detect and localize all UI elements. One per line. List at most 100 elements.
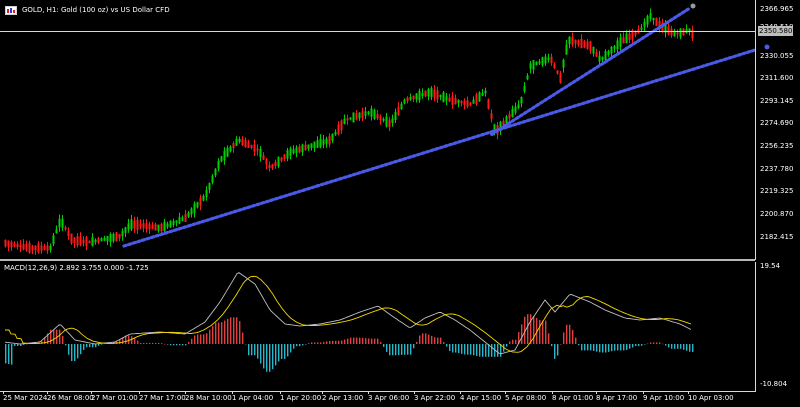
macd-histogram-bar [140,342,142,344]
candle-body [529,63,532,69]
candle-body [28,242,31,253]
candle-body [37,243,40,253]
macd-histogram-bar [83,344,85,350]
macd-histogram-bar [425,333,427,344]
time-axis-label: 4 Apr 15:00 [460,394,502,402]
macd-histogram-bar [86,344,88,348]
time-axis-tick [280,391,281,394]
trendline-anchor[interactable] [764,44,770,50]
candle-body [40,245,43,251]
macd-histogram-bar [128,335,130,344]
candle-body [232,143,235,148]
candle-body [640,27,643,30]
macd-histogram-bar [632,344,634,348]
macd-histogram-bar [464,344,466,355]
candle-body [193,203,196,213]
candle-body [73,237,76,243]
price-chart[interactable] [0,0,770,258]
candle-body [526,75,529,80]
candle-body [109,234,112,242]
time-axis-label: 27 Mar 17:00 [139,394,186,402]
macd-histogram-bar [533,316,535,344]
macd-histogram-bar [509,341,511,344]
candle-body [490,113,493,119]
candle-body [361,111,364,118]
macd-histogram-bar [563,332,565,344]
candle-body [610,46,613,54]
macd-histogram-bar [545,320,547,344]
candle-body [217,160,220,169]
candle-body [283,154,286,160]
candle-body [418,90,421,101]
macd-histogram-bar [338,340,340,344]
candle-body [505,116,508,123]
macd-histogram-bar [347,338,349,344]
macd-histogram-bar [329,340,331,344]
candle-body [475,94,478,104]
time-axis-label: 1 Apr 20:00 [280,394,322,402]
macd-histogram-bar [659,342,661,344]
candle-body [262,155,265,160]
macd-histogram-bar [167,344,169,345]
macd-histogram-bar [95,344,97,348]
macd-histogram-bar [152,342,154,344]
macd-histogram-bar [26,343,28,345]
trendline-upper[interactable] [490,6,692,136]
macd-histogram-bar [482,344,484,357]
candle-body [151,225,154,229]
time-axis-tick [91,391,92,394]
candle-body [91,237,94,246]
candle-body [367,111,370,114]
candle-body [580,38,583,49]
candle-body [241,138,244,146]
macd-histogram-bar [584,344,586,351]
macd-histogram-bar [362,337,364,344]
macd-histogram-bar [650,342,652,344]
macd-histogram-bar [209,329,211,344]
candle-body [295,147,298,153]
chart-window[interactable]: GOLD, H1: Gold (100 oz) vs US Dollar CFD… [0,0,800,407]
macd-chart[interactable] [0,262,755,390]
trendline-lower[interactable] [122,48,757,248]
macd-histogram-bar [236,317,238,344]
candle-body [397,107,400,116]
macd-histogram-bar [677,344,679,349]
time-axis-tick [688,391,689,394]
macd-histogram-bar [671,344,673,349]
candle-body [433,89,436,98]
candle-body [598,55,601,62]
candle-body [292,149,295,154]
time-axis-tick [185,391,186,394]
macd-histogram-bar [149,342,151,344]
candle-body [343,118,346,124]
time-axis-label: 8 Apr 01:00 [552,394,594,402]
macd-histogram-bar [68,344,70,355]
candle-body [238,138,241,143]
pane-divider[interactable] [0,259,755,261]
candle-body [454,97,457,105]
macd-histogram-bar [239,321,241,344]
time-axis-label: 1 Apr 04:00 [232,394,274,402]
trendline-anchor[interactable] [490,132,494,136]
trendline-anchor[interactable] [690,3,696,9]
candle-body [4,239,7,247]
macd-histogram-bar [233,317,235,344]
candle-body [175,220,178,223]
candle-body [160,223,163,232]
macd-histogram-bar [377,338,379,344]
price-axis-label: 2256.235 [760,142,794,150]
candle-body [481,93,484,96]
time-axis-tick [232,391,233,394]
macd-histogram-bar [131,336,133,344]
candle-body [394,112,397,120]
candle-body [235,138,238,146]
candle-body [628,33,631,40]
candle-body [583,41,586,48]
candle-body [427,89,430,97]
candle-body [52,235,55,244]
candle-body [10,241,13,247]
macd-histogram-bar [194,335,196,344]
macd-histogram-bar [389,344,391,356]
macd-histogram-bar [224,320,226,344]
candle-body [70,233,73,244]
